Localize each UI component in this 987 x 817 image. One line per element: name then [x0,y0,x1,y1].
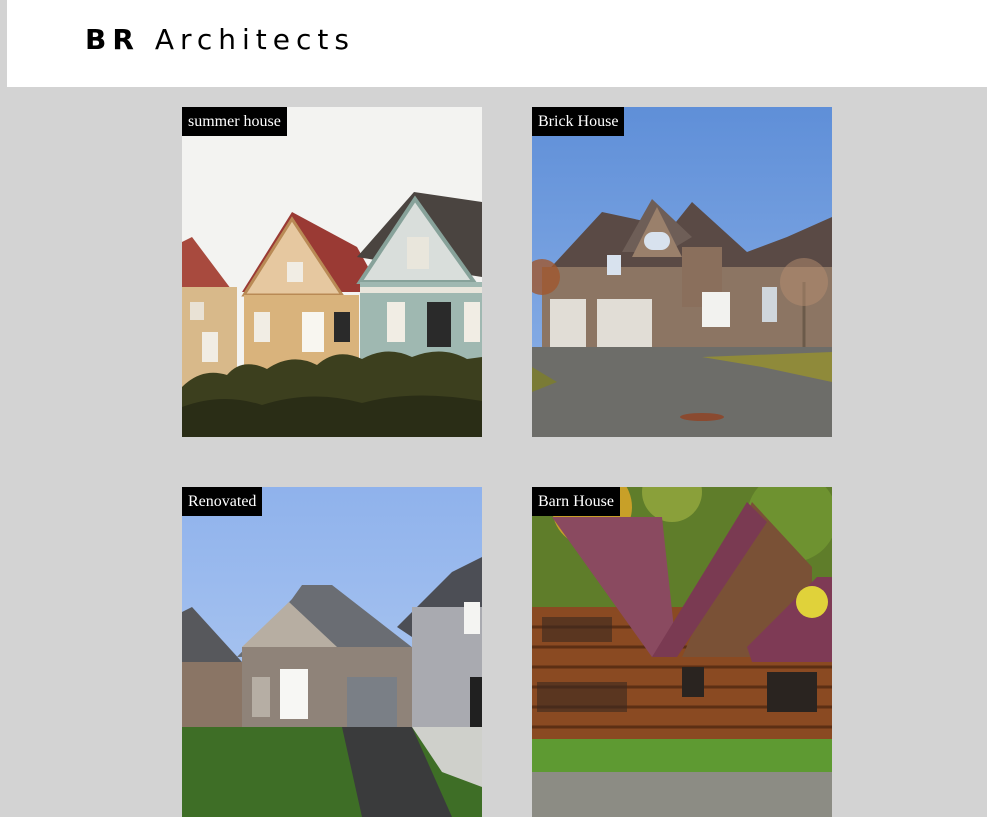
gallery-card-brick-house[interactable]: Brick House [532,107,832,437]
brick-house-photo [532,107,832,437]
gallery-caption: summer house [182,107,287,136]
site-logo[interactable]: BR Architects [85,22,355,58]
logo-initials: BR [85,23,140,56]
gallery-card-renovated[interactable]: Renovated [182,487,482,817]
summer-house-photo [182,107,482,437]
logo-name: Architects [154,23,355,56]
gallery-caption: Renovated [182,487,263,516]
site-header: BR Architects [7,0,987,87]
barn-house-photo [532,487,832,817]
gallery-card-barn-house[interactable]: Barn House [532,487,832,817]
gallery-card-summer-house[interactable]: summer house [182,107,482,437]
renovated-house-photo [182,487,482,817]
gallery-caption: Brick House [532,107,625,136]
gallery-caption: Barn House [532,487,620,516]
